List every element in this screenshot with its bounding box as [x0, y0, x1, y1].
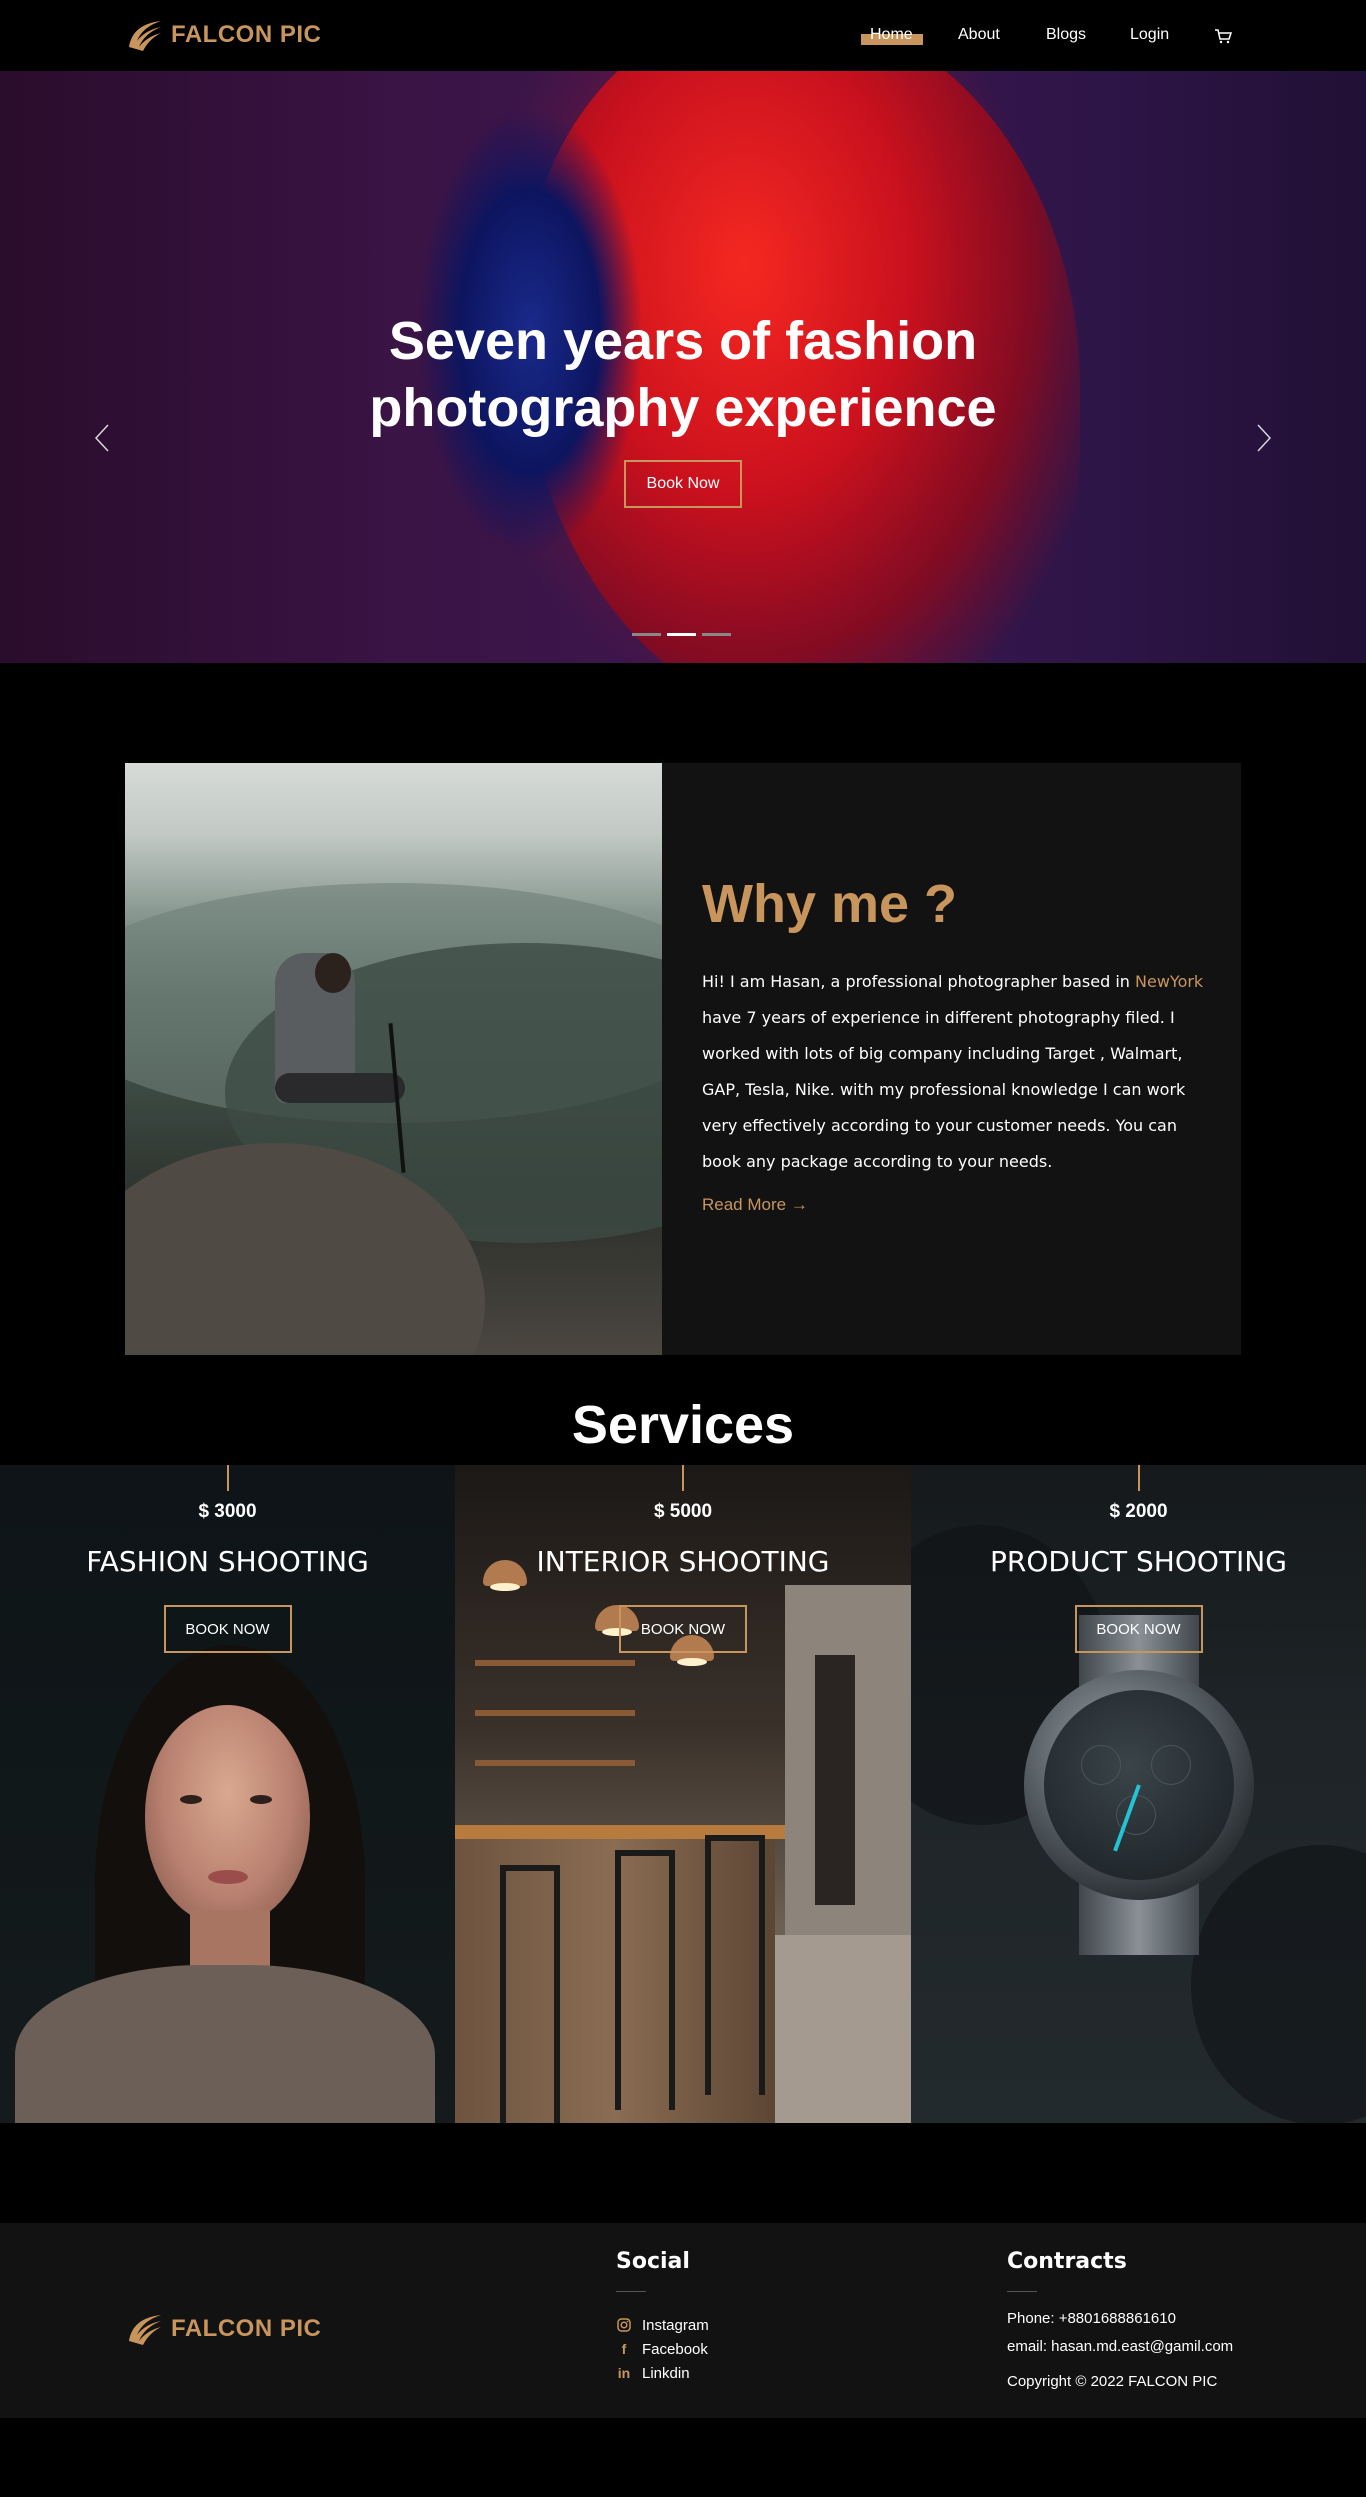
bar-stool	[705, 1835, 765, 2095]
read-more-link[interactable]: Read More →	[702, 1195, 808, 1215]
service-name: FASHION SHOOTING	[86, 1545, 369, 1578]
carousel-next-icon[interactable]	[1252, 423, 1274, 453]
service-price: $ 3000	[198, 1501, 257, 1522]
copyright: Copyright © 2022 FALCON PIC	[1007, 2373, 1218, 2390]
contacts-title: Contracts	[1007, 2249, 1127, 2274]
bar-shelf	[475, 1760, 635, 1766]
contacts-divider	[1007, 2291, 1037, 2292]
book-fashion-button[interactable]: BOOK NOW	[163, 1605, 292, 1653]
service-tick	[1137, 1465, 1140, 1491]
services-title: Services	[571, 1395, 795, 1455]
services-row: $ 3000 FASHION SHOOTING BOOK NOW $ 5000 …	[0, 1465, 1366, 2123]
footer: FALCON PIC Social Instagram f Facebook i…	[0, 2223, 1366, 2418]
nav-about[interactable]: About	[958, 26, 1000, 44]
hero-title: Seven years of fashion photography exper…	[0, 308, 1366, 442]
carousel-dot-2[interactable]	[667, 633, 696, 636]
hero-title-line-2: photography experience	[369, 378, 997, 438]
social-instagram[interactable]: Instagram	[616, 2313, 709, 2337]
hero-banner: Seven years of fashion photography exper…	[0, 71, 1366, 663]
location-highlight: NewYork	[1135, 972, 1204, 991]
book-interior-button[interactable]: BOOK NOW	[619, 1605, 747, 1653]
logo[interactable]: FALCON PIC	[125, 17, 321, 53]
portrait-face	[145, 1705, 310, 1925]
social-label: Linkdin	[642, 2364, 690, 2382]
portrait-sweater	[15, 1965, 435, 2123]
portrait-eye	[180, 1795, 202, 1804]
logo-text: FALCON PIC	[171, 21, 322, 48]
social-divider	[616, 2291, 646, 2292]
why-me-card: Why me ? Hi! I am Hasan, a professional …	[662, 763, 1241, 1355]
instagram-icon	[616, 2317, 632, 2333]
book-product-button[interactable]: BOOK NOW	[1074, 1605, 1203, 1653]
falcon-wing-icon	[129, 21, 161, 51]
bar-lamp-glow	[677, 1658, 707, 1666]
social-label: Facebook	[642, 2340, 708, 2358]
service-card-fashion: $ 3000 FASHION SHOOTING BOOK NOW	[0, 1465, 455, 2123]
photographer-image	[125, 763, 662, 1355]
cart-icon[interactable]	[1214, 28, 1232, 44]
why-text-part-2: have 7 years of experience in different …	[702, 1008, 1186, 1171]
contact-email: email: hasan.md.east@gamil.com	[1007, 2338, 1234, 2355]
navbar: FALCON PIC Home About Blogs Login	[0, 0, 1366, 71]
nav-blogs[interactable]: Blogs	[1046, 26, 1086, 44]
why-me-title: Why me ?	[702, 874, 958, 934]
carousel-indicators	[632, 633, 731, 636]
service-price: $ 2000	[1109, 1501, 1168, 1522]
service-tick	[682, 1465, 684, 1491]
service-name: INTERIOR SHOOTING	[536, 1545, 830, 1578]
service-name: PRODUCT SHOOTING	[990, 1545, 1287, 1578]
carousel-prev-icon[interactable]	[92, 423, 114, 453]
bar-door	[815, 1655, 855, 1905]
rock-texture	[1191, 1845, 1366, 2123]
falcon-wing-icon	[129, 2315, 161, 2345]
social-linkedin[interactable]: in Linkdin	[616, 2361, 709, 2385]
nav-home[interactable]: Home	[870, 26, 913, 44]
nav-login[interactable]: Login	[1130, 26, 1169, 44]
why-me-description: Hi! I am Hasan, a professional photograp…	[702, 964, 1212, 1180]
portrait-eye	[250, 1795, 272, 1804]
bar-shelf	[475, 1710, 635, 1716]
watch-subdial	[1151, 1745, 1191, 1785]
hero-book-now-button[interactable]: Book Now	[624, 460, 742, 508]
bar-stool	[615, 1850, 675, 2110]
service-card-product: $ 2000 PRODUCT SHOOTING BOOK NOW	[911, 1465, 1366, 2123]
watch-subdial	[1081, 1745, 1121, 1785]
service-tick	[226, 1465, 229, 1491]
why-text-part-1: Hi! I am Hasan, a professional photograp…	[702, 972, 1136, 991]
portrait-lips	[208, 1870, 248, 1884]
social-title: Social	[616, 2249, 690, 2274]
social-facebook[interactable]: f Facebook	[616, 2337, 709, 2361]
facebook-icon: f	[621, 2341, 627, 2357]
contact-info: Phone: +8801688861610 email: hasan.md.ea…	[1007, 2305, 1233, 2361]
why-me-section: Why me ? Hi! I am Hasan, a professional …	[0, 663, 1366, 1385]
social-label: Instagram	[642, 2316, 709, 2334]
service-price: $ 5000	[653, 1501, 713, 1522]
bar-lamp-glow	[490, 1583, 520, 1591]
footer-logo[interactable]: FALCON PIC	[125, 2311, 321, 2347]
carousel-dot-3[interactable]	[702, 633, 731, 636]
bar-floor	[765, 1935, 911, 2123]
bar-shelf	[475, 1660, 635, 1666]
social-links: Instagram f Facebook in Linkdin	[616, 2313, 709, 2385]
bar-stool	[500, 1865, 560, 2123]
linkedin-icon: in	[617, 2365, 631, 2381]
hero-title-line-1: Seven years of fashion	[388, 311, 978, 371]
service-card-interior: $ 5000 INTERIOR SHOOTING BOOK NOW	[455, 1465, 911, 2123]
contact-phone: Phone: +8801688861610	[1007, 2310, 1176, 2327]
carousel-dot-1[interactable]	[632, 633, 661, 636]
footer-logo-text: FALCON PIC	[171, 2315, 322, 2342]
